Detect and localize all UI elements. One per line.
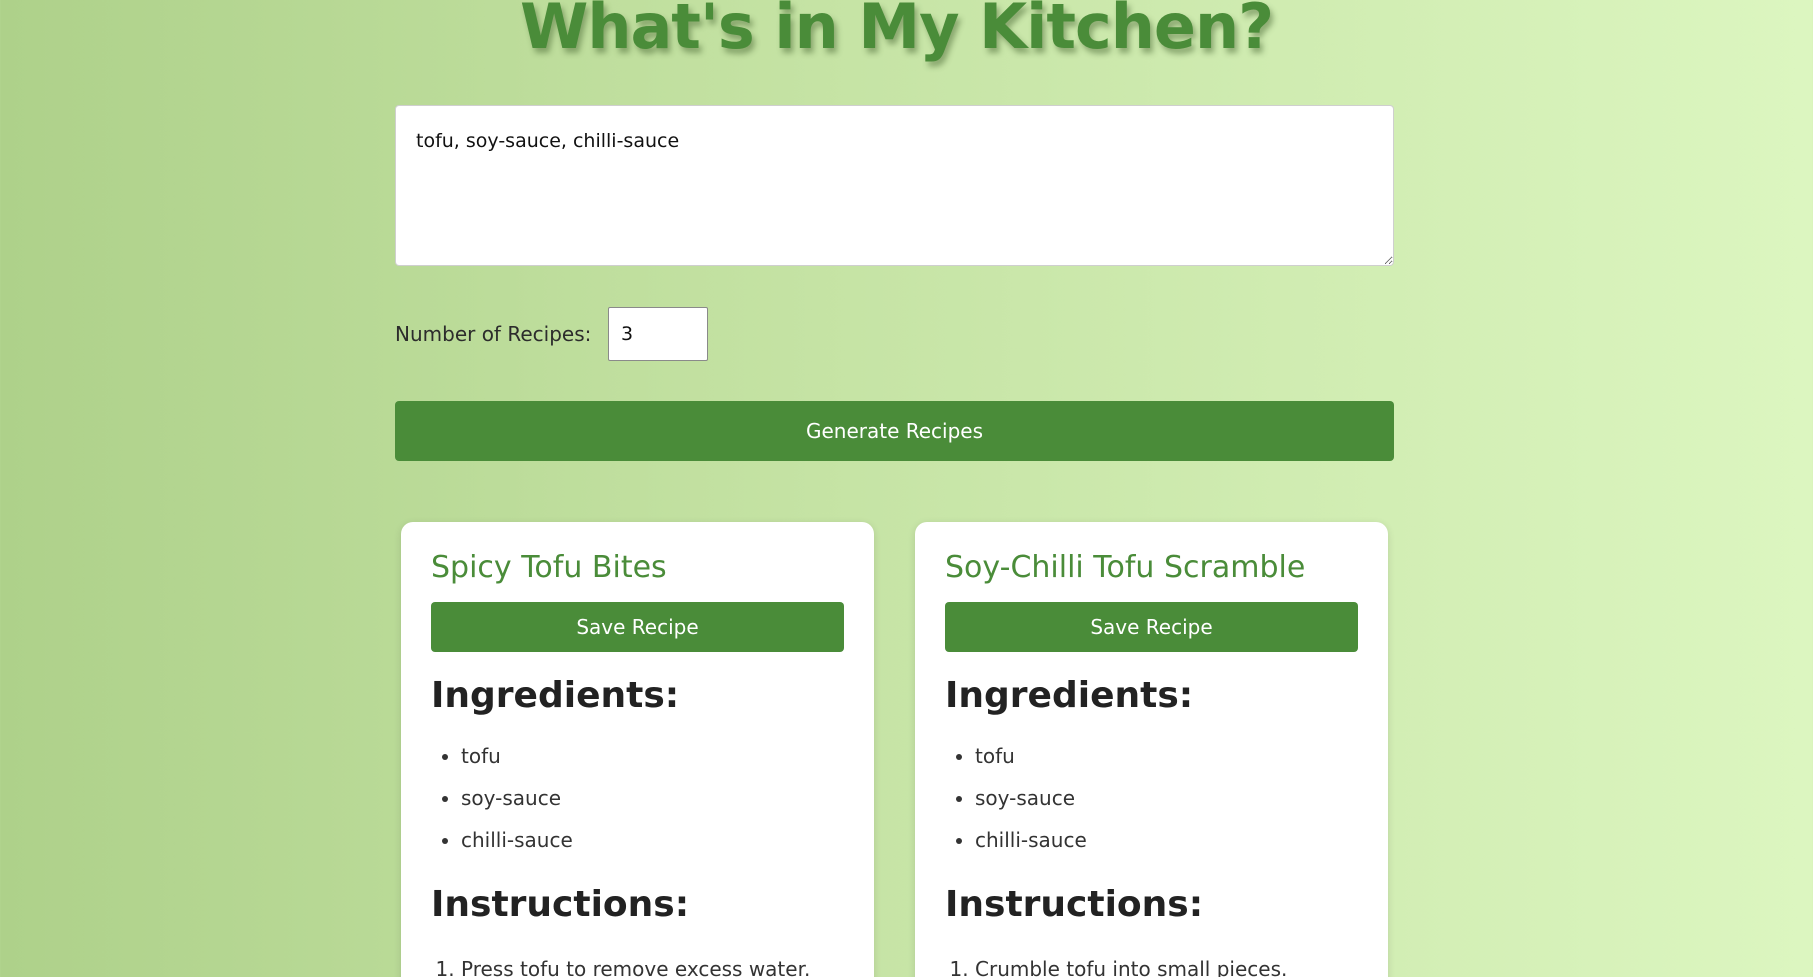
ingredient-item: soy-sauce <box>461 777 844 819</box>
ingredient-item: tofu <box>975 735 1358 777</box>
instructions-heading: Instructions: <box>431 884 690 926</box>
recipe-title: Spicy Tofu Bites <box>431 550 667 585</box>
instruction-list: Press tofu to remove excess water. <box>431 948 844 977</box>
page-title: What's in My Kitchen? <box>519 0 1274 63</box>
recipe-card: Spicy Tofu Bites Save Recipe Ingredients… <box>401 522 874 977</box>
ingredient-list: tofu soy-sauce chilli-sauce <box>945 735 1358 861</box>
ingredient-item: chilli-sauce <box>461 819 844 861</box>
recipe-title: Soy-Chilli Tofu Scramble <box>945 550 1306 585</box>
ingredient-list: tofu soy-sauce chilli-sauce <box>431 735 844 861</box>
ingredient-item: tofu <box>461 735 844 777</box>
instruction-list: Crumble tofu into small pieces. <box>945 948 1358 977</box>
instruction-step: Press tofu to remove excess water. <box>461 948 844 977</box>
ingredients-heading: Ingredients: <box>431 675 680 716</box>
ingredients-input[interactable]: tofu, soy-sauce, chilli-sauce <box>395 105 1394 266</box>
instructions-heading: Instructions: <box>945 884 1204 926</box>
save-recipe-button[interactable]: Save Recipe <box>945 602 1358 652</box>
ingredients-heading: Ingredients: <box>945 675 1194 716</box>
recipe-card: Soy-Chilli Tofu Scramble Save Recipe Ing… <box>915 522 1388 977</box>
save-recipe-button[interactable]: Save Recipe <box>431 602 844 652</box>
ingredient-item: chilli-sauce <box>975 819 1358 861</box>
recipe-count-input[interactable] <box>608 307 708 361</box>
recipe-count-label: Number of Recipes: <box>395 322 592 346</box>
ingredient-item: soy-sauce <box>975 777 1358 819</box>
instruction-step: Crumble tofu into small pieces. <box>975 948 1358 977</box>
generate-recipes-button[interactable]: Generate Recipes <box>395 401 1394 461</box>
